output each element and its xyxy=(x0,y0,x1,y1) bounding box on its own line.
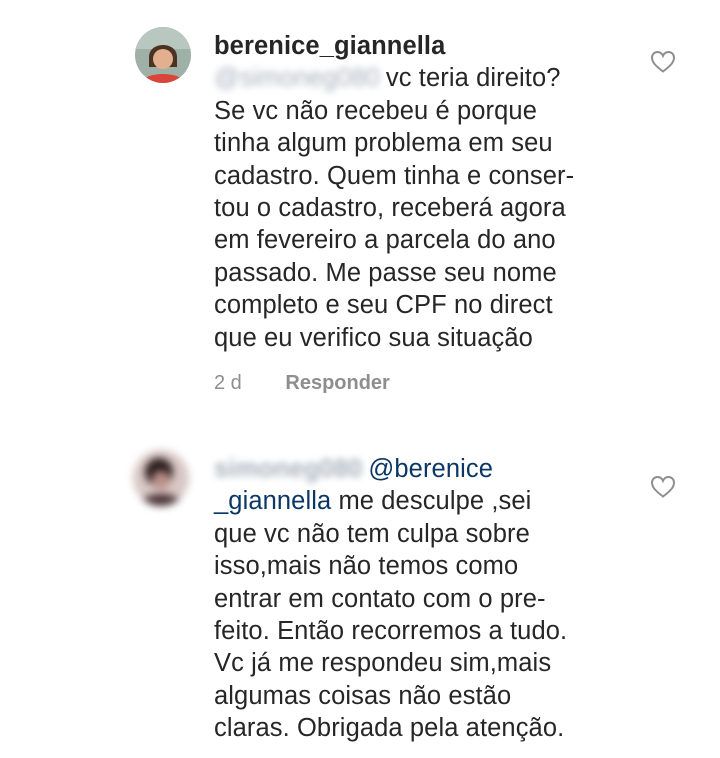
comment-line-text: me desculpe ,sei xyxy=(338,487,532,516)
comment-line: claras. Obrigada pela atenção. xyxy=(214,714,565,743)
comment-line: tinha algum problema em seu xyxy=(214,129,553,158)
avatar[interactable] xyxy=(133,450,189,506)
reply-button[interactable]: Responder xyxy=(285,372,389,394)
mention-link[interactable]: _giannella xyxy=(214,487,331,515)
comment-line: entrar em contato com o pre- xyxy=(214,584,546,613)
heart-outline-icon[interactable] xyxy=(650,475,676,499)
mention-link[interactable]: @berenice xyxy=(368,455,493,483)
comment-line: _giannella me desculpe ,sei xyxy=(214,485,654,517)
comment-1: berenice_giannella @simoneg080 vc teria d… xyxy=(0,0,720,420)
comment-line: em fevereiro a parcela do ano xyxy=(214,226,556,255)
comment-line-text: vc teria direito? xyxy=(385,64,561,93)
comment-text: berenice_giannella @simoneg080 vc teria d… xyxy=(214,30,654,354)
timestamp: 2 d xyxy=(214,372,242,394)
comment-line: que vc não tem culpa sobre xyxy=(214,519,530,548)
comment-line: simoneg080 @berenice xyxy=(214,453,654,485)
comment-2: simoneg080 @berenice _giannella me descul… xyxy=(0,420,720,758)
heart-outline-icon[interactable] xyxy=(650,50,676,74)
username-blurred[interactable]: simoneg080 xyxy=(214,453,362,485)
username[interactable]: berenice_giannella xyxy=(214,30,654,62)
avatar[interactable] xyxy=(135,27,191,83)
comment-line: algumas coisas não estão xyxy=(214,681,512,710)
comment-line: @simoneg080 vc teria direito? xyxy=(214,62,654,94)
comment-line: passado. Me passe seu nome xyxy=(214,258,557,287)
mention-blurred[interactable]: @simoneg080 xyxy=(214,62,380,94)
comment-line: completo e seu CPF no direct xyxy=(214,291,553,320)
comment-line: que eu verifico sua situação xyxy=(214,323,533,352)
comment-text: simoneg080 @berenice _giannella me descul… xyxy=(214,453,654,745)
comment-line: cadastro. Quem tinha e conser- xyxy=(214,161,575,190)
comment-line: Vc já me respondeu sim,mais xyxy=(214,649,552,678)
comment-line: isso,mais não temos como xyxy=(214,552,519,581)
comment-meta: 2 d Responder xyxy=(214,372,390,395)
comment-line: Se vc não recebeu é porque xyxy=(214,96,537,125)
comment-line: tou o cadastro, receberá agora xyxy=(214,194,566,223)
comment-line: feito. Então recorremos a tudo. xyxy=(214,617,568,646)
